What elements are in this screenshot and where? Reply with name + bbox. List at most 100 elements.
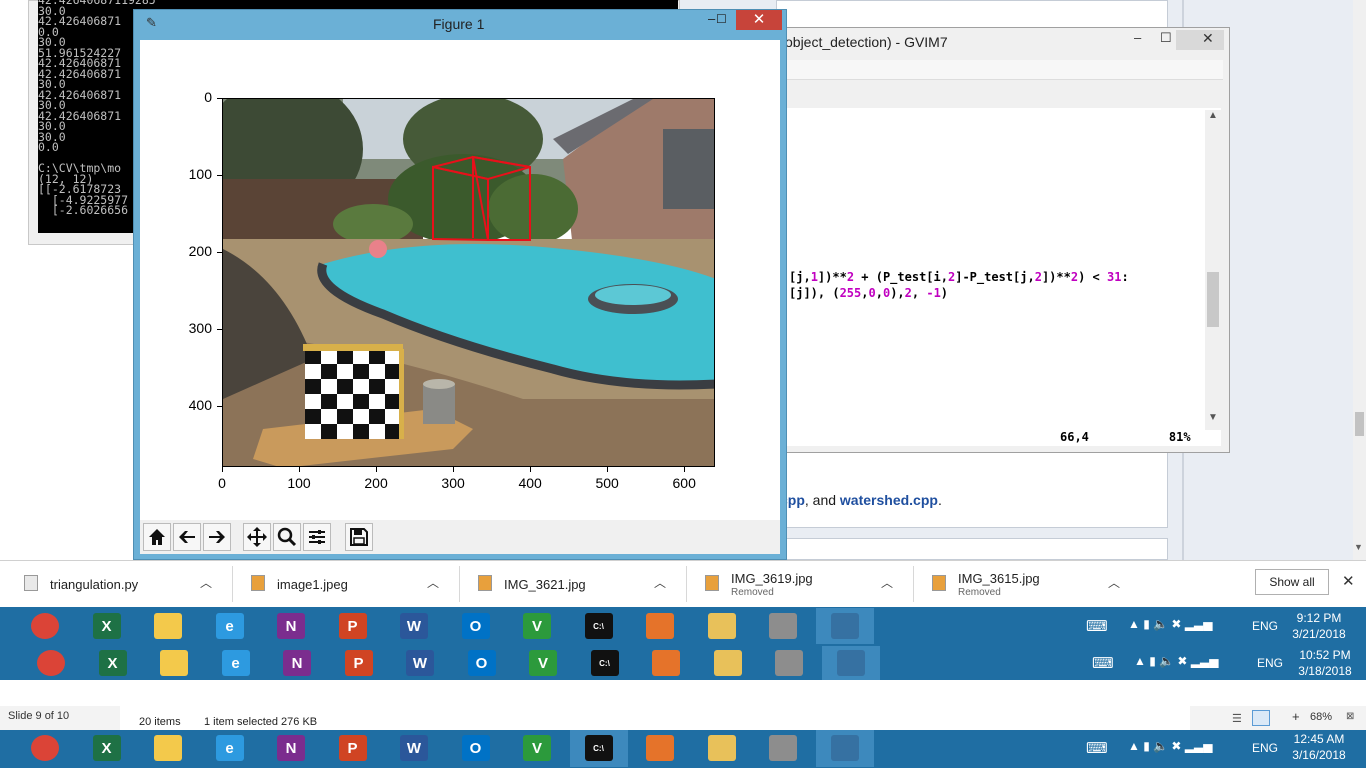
zoom-in-icon[interactable]: + (1292, 709, 1300, 724)
zoom-icon[interactable] (273, 523, 301, 551)
chevron-up-icon[interactable]: ︿ (654, 574, 666, 591)
system-tray-icons[interactable]: ▲ ▮ 🔈 ✖ ▂▃▅ (1128, 617, 1213, 631)
chrome-icon[interactable] (22, 646, 80, 680)
gvim-scrollbar[interactable]: ▲ ▼ (1205, 110, 1221, 430)
snipping-icon[interactable] (631, 729, 689, 767)
calculator-icon[interactable] (754, 608, 812, 644)
word-icon[interactable]: W (391, 646, 449, 680)
command-prompt-icon[interactable]: C:\ (570, 608, 628, 644)
python-icon[interactable] (821, 646, 880, 680)
powerpoint-icon[interactable]: P (324, 729, 382, 767)
scroll-down-icon[interactable]: ▼ (1354, 542, 1363, 552)
download-item[interactable]: triangulation.py ︿ (0, 560, 226, 608)
maximize-icon[interactable]: ☐ (716, 12, 727, 26)
download-item[interactable]: IMG_3615.jpg Removed ︿ (908, 560, 1134, 608)
outlook-icon[interactable]: O (447, 729, 505, 767)
file-explorer-icon[interactable] (139, 729, 197, 767)
image-file-icon (932, 575, 946, 591)
paint-icon[interactable] (693, 608, 751, 644)
taskbar-clock[interactable]: 10:52 PM 3/18/2018 (1290, 647, 1360, 679)
internet-explorer-icon[interactable]: e (201, 608, 259, 644)
download-item[interactable]: IMG_3619.jpg Removed ︿ (681, 560, 907, 608)
y-tick-label: 100 (188, 165, 212, 182)
forward-icon[interactable] (203, 523, 231, 551)
powerpoint-icon[interactable]: P (324, 608, 382, 644)
excel-icon[interactable]: X (84, 646, 142, 680)
vim-icon[interactable]: V (508, 608, 566, 644)
minimize-icon[interactable]: – (1134, 30, 1141, 45)
system-tray-icons[interactable]: ▲ ▮ 🔈 ✖ ▂▃▅ (1128, 739, 1213, 753)
language-indicator[interactable]: ENG (1252, 741, 1278, 755)
y-tick-label: 400 (188, 396, 212, 413)
scroll-up-icon[interactable]: ▲ (1208, 110, 1218, 121)
snipping-icon[interactable] (637, 646, 695, 680)
command-prompt-icon[interactable]: C:\ (569, 729, 628, 767)
onenote-icon[interactable]: N (262, 729, 320, 767)
details-view-icon[interactable]: ☰ (1232, 712, 1242, 725)
excel-icon[interactable]: X (78, 729, 136, 767)
close-icon[interactable]: ✕ (1202, 30, 1214, 47)
code-line-2: [j]), (255,0,0),2, -1) (789, 286, 949, 300)
chevron-up-icon[interactable]: ︿ (200, 574, 212, 591)
internet-explorer-icon[interactable]: e (201, 729, 259, 767)
chrome-icon[interactable] (16, 729, 74, 767)
taskbar-clock[interactable]: 12:45 AM 3/16/2018 (1284, 731, 1354, 763)
thumbnail-view-icon[interactable] (1252, 710, 1270, 726)
chevron-up-icon[interactable]: ︿ (427, 574, 439, 591)
keyboard-icon[interactable]: ⌨ (1086, 739, 1108, 757)
back-icon[interactable] (173, 523, 201, 551)
download-item[interactable]: image1.jpeg ︿ (227, 560, 453, 608)
pool-photo (222, 98, 715, 467)
file-explorer-icon[interactable] (139, 608, 197, 644)
internet-explorer-icon[interactable]: e (207, 646, 265, 680)
snipping-icon[interactable] (631, 608, 689, 644)
chrome-icon[interactable] (16, 608, 74, 644)
python-icon[interactable] (815, 729, 874, 767)
word-icon[interactable]: W (385, 608, 443, 644)
gvim-scroll-thumb[interactable] (1207, 272, 1219, 327)
calculator-icon[interactable] (760, 646, 818, 680)
keyboard-icon[interactable]: ⌨ (1086, 617, 1108, 635)
link-watershed[interactable]: watershed.cpp (840, 492, 938, 508)
command-prompt-icon[interactable]: C:\ (576, 646, 634, 680)
vim-icon[interactable]: V (508, 729, 566, 767)
x-tick-mark (530, 467, 532, 472)
outlook-icon[interactable]: O (453, 646, 511, 680)
keyboard-icon[interactable]: ⌨ (1092, 654, 1114, 672)
figure-close-button[interactable]: ✕ (736, 10, 782, 30)
fit-icon[interactable]: ⊠ (1346, 711, 1354, 722)
selection-info: 1 item selected 276 KB (204, 716, 318, 728)
onenote-icon[interactable]: N (268, 646, 326, 680)
home-icon[interactable] (143, 523, 171, 551)
pan-icon[interactable] (243, 523, 271, 551)
outlook-icon[interactable]: O (447, 608, 505, 644)
word-icon[interactable]: W (385, 729, 443, 767)
y-tick-label: 200 (188, 242, 212, 259)
maximize-icon[interactable]: ☐ (1160, 30, 1172, 46)
onenote-icon[interactable]: N (262, 608, 320, 644)
python-icon[interactable] (815, 608, 874, 644)
minimize-icon[interactable]: – (708, 11, 715, 26)
excel-icon[interactable]: X (78, 608, 136, 644)
vim-icon[interactable]: V (514, 646, 572, 680)
scroll-thumb[interactable] (1355, 412, 1364, 436)
save-icon[interactable] (345, 523, 373, 551)
powerpoint-icon[interactable]: P (330, 646, 388, 680)
system-tray-icons[interactable]: ▲ ▮ 🔈 ✖ ▂▃▅ (1134, 654, 1219, 668)
language-indicator[interactable]: ENG (1252, 619, 1278, 633)
calculator-icon[interactable] (754, 729, 812, 767)
gvim-status-line: 66,4 81% (1060, 430, 1191, 444)
download-item[interactable]: IMG_3621.jpg ︿ (454, 560, 680, 608)
taskbar-clock[interactable]: 9:12 PM 3/21/2018 (1284, 610, 1354, 642)
chevron-up-icon[interactable]: ︿ (881, 574, 893, 591)
chevron-up-icon[interactable]: ︿ (1108, 574, 1120, 591)
language-indicator[interactable]: ENG (1257, 656, 1283, 670)
show-all-button[interactable]: Show all (1255, 569, 1329, 595)
paint-icon[interactable] (699, 646, 757, 680)
file-explorer-icon[interactable] (145, 646, 203, 680)
scroll-down-icon[interactable]: ▼ (1208, 412, 1218, 423)
paint-icon[interactable] (693, 729, 751, 767)
configure-icon[interactable] (303, 523, 331, 551)
close-downloads-icon[interactable]: ✕ (1342, 572, 1355, 590)
browser-scrollbar[interactable]: ▼ (1353, 0, 1366, 560)
